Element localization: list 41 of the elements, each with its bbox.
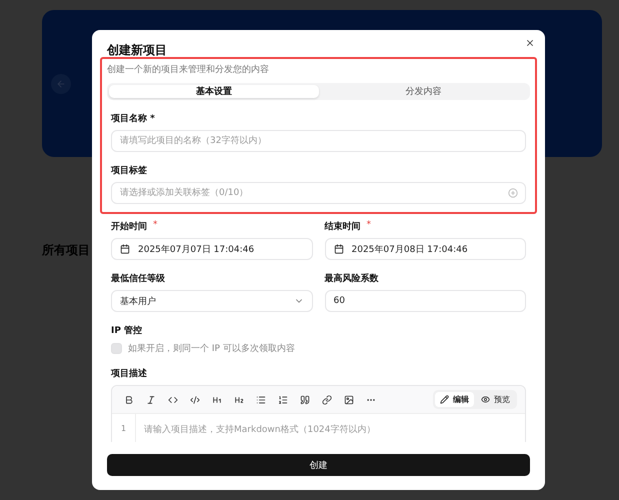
quote-icon[interactable] (300, 394, 310, 404)
bullet-list-icon[interactable] (256, 394, 266, 404)
code-icon[interactable] (168, 394, 178, 404)
tab[interactable]: 分发内容 (318, 85, 528, 98)
dialog-subtitle: 创建一个新的项目来管理和分发您的内容 (107, 64, 270, 76)
tags-field[interactable]: 请选择或添加关联标签（0/10） (111, 182, 526, 204)
pencil-icon (440, 395, 449, 404)
eye-icon (481, 395, 490, 404)
mode-tab[interactable]: 预览 (476, 392, 515, 407)
trust-level-select[interactable]: 基本用户 (111, 290, 312, 312)
field-label: 开始时间 (111, 220, 147, 233)
link-icon[interactable] (322, 394, 332, 404)
calendar-icon (334, 244, 344, 254)
field-label: 项目描述 (111, 367, 148, 380)
arrow-left-icon (56, 79, 66, 89)
create-button[interactable]: 创建 (107, 454, 530, 476)
risk-field[interactable]: 60 (324, 290, 526, 312)
name-field[interactable]: 请填写此项目的名称（32字符以内） (111, 130, 526, 152)
field-label: IP 管控 (111, 324, 144, 337)
code-block-icon[interactable] (190, 394, 200, 404)
italic-icon[interactable] (146, 394, 156, 404)
dialog-title: 创建新项目 (107, 42, 168, 59)
field-label: 项目名称 * (111, 112, 156, 125)
date-time-field[interactable]: 2025年07月07日 17:04:46 (111, 238, 312, 260)
mode-tab[interactable]: 编辑 (435, 392, 474, 407)
bold-icon[interactable] (124, 394, 134, 404)
numbered-list-icon[interactable] (278, 394, 288, 404)
field-label: 结束时间 (324, 220, 360, 233)
image-icon[interactable] (344, 394, 354, 404)
calendar-icon (120, 244, 130, 254)
heading-one-icon[interactable] (212, 394, 222, 404)
required-mark: * (153, 220, 158, 232)
tab[interactable]: 基本设置 (109, 85, 318, 98)
required-mark: * (366, 220, 371, 232)
field-label: 最高风险系数 (324, 272, 380, 285)
date-time-field[interactable]: 2025年07月08日 17:04:46 (324, 238, 526, 260)
close-button[interactable] (525, 38, 535, 48)
field-label: 项目标签 (111, 164, 148, 177)
checkbox-hint: 如果开启，则同一个 IP 可以多次领取内容 (128, 342, 295, 355)
heading-two-icon[interactable] (234, 394, 244, 404)
field-label: 最低信任等级 (111, 272, 166, 285)
